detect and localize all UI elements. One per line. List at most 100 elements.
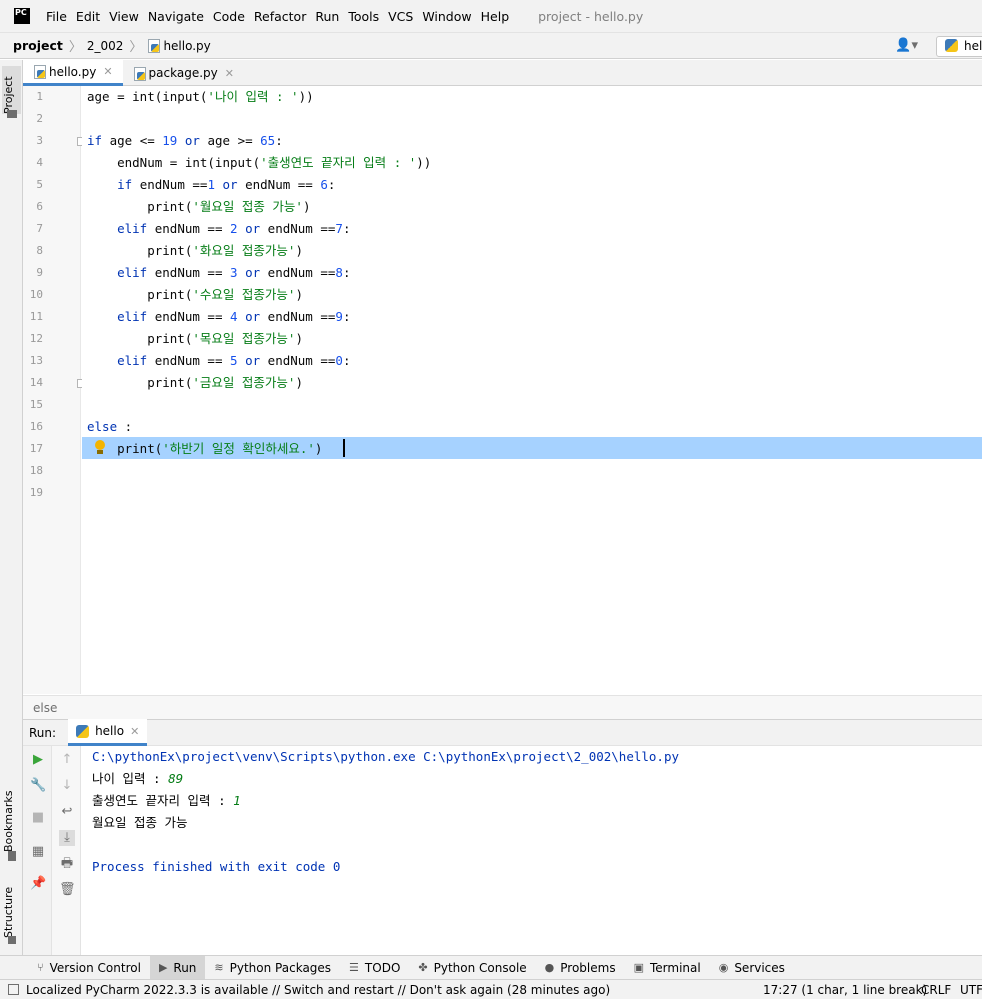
console-input: 1 bbox=[233, 793, 241, 808]
layout-icon[interactable]: ▦ bbox=[30, 844, 46, 860]
menu-view[interactable]: View bbox=[109, 9, 139, 24]
code-editor[interactable]: age = int(input('나이 입력 : ')) if age <= 1… bbox=[82, 86, 982, 694]
menu-navigate[interactable]: Navigate bbox=[148, 9, 204, 24]
line-number: 16 bbox=[29, 420, 43, 433]
settings-wrench-icon[interactable]: 🔧 bbox=[30, 778, 46, 794]
warning-icon: ● bbox=[544, 961, 555, 974]
code-line: elif endNum == 4 or endNum ==9: bbox=[117, 309, 351, 324]
tab-package-py[interactable]: package.py ✕ bbox=[123, 60, 244, 86]
tool-tab-problems[interactable]: ● Problems bbox=[536, 956, 625, 980]
run-tab-hello[interactable]: hello ✕ bbox=[68, 719, 148, 746]
tool-window-structure[interactable]: Structure bbox=[2, 878, 21, 938]
console-command: C:\pythonEx\project\venv\Scripts\python.… bbox=[92, 749, 679, 764]
trash-icon[interactable]: 🗑 bbox=[59, 882, 76, 898]
breadcrumb-project[interactable]: project bbox=[13, 38, 63, 53]
branch-icon: ⑂ bbox=[37, 961, 44, 974]
tool-tab-label: TODO bbox=[364, 960, 401, 975]
tab-label: package.py bbox=[148, 66, 218, 80]
menu-tools[interactable]: Tools bbox=[348, 9, 379, 24]
line-number: 7 bbox=[36, 222, 43, 235]
console-result: 월요일 접종 가능 bbox=[92, 815, 188, 830]
console-exit-message: Process finished with exit code 0 bbox=[92, 859, 341, 874]
editor-gutter[interactable]: 1 2 3 4 5 6 7 8 9 10 11 12 13 14 15 16 1… bbox=[23, 86, 85, 694]
tool-tab-label: Version Control bbox=[49, 960, 141, 975]
code-line: age = int(input('나이 입력 : ')) bbox=[87, 89, 314, 104]
line-number: 1 bbox=[36, 90, 43, 103]
text-caret bbox=[343, 439, 345, 457]
structure-icon bbox=[8, 936, 16, 944]
tool-tab-run[interactable]: ▶ Run bbox=[149, 955, 206, 980]
tab-hello-py[interactable]: hello.py ✕ bbox=[23, 60, 123, 86]
run-panel-label: Run: bbox=[29, 725, 57, 740]
run-toolbar-secondary: ↑ ↓ ↩ ⤓ 🖶 🗑 bbox=[52, 746, 81, 955]
arrow-down-icon[interactable]: ↓ bbox=[59, 778, 75, 794]
code-line: elif endNum == 3 or endNum ==8: bbox=[117, 265, 351, 280]
scroll-to-end-icon[interactable]: ⤓ bbox=[59, 830, 75, 846]
code-line: print('하반기 일정 확인하세요.') bbox=[87, 441, 323, 456]
code-breadcrumb[interactable]: else bbox=[23, 695, 982, 719]
tool-tab-terminal[interactable]: ▣ Terminal bbox=[625, 956, 710, 980]
breadcrumb-file[interactable]: hello.py bbox=[163, 39, 210, 53]
run-console[interactable]: C:\pythonEx\project\venv\Scripts\python.… bbox=[82, 746, 982, 955]
tool-window-bookmarks[interactable]: Bookmarks bbox=[2, 782, 21, 852]
navigation-bar: project 〉 2_002 〉 hello.py 👤▾ hel bbox=[0, 32, 982, 59]
line-number: 4 bbox=[36, 156, 43, 169]
line-number: 9 bbox=[36, 266, 43, 279]
services-icon: ◉ bbox=[718, 961, 729, 974]
code-line: elif endNum == 5 or endNum ==0: bbox=[117, 353, 351, 368]
caret-position[interactable]: 17:27 (1 char, 1 line break) bbox=[763, 983, 927, 997]
tool-window-project[interactable]: Project bbox=[2, 66, 21, 114]
python-file-icon bbox=[33, 65, 46, 79]
breadcrumb-folder[interactable]: 2_002 bbox=[87, 39, 124, 53]
line-number: 17 bbox=[29, 442, 43, 455]
code-line: print('목요일 접종가능') bbox=[87, 331, 303, 346]
print-icon[interactable]: 🖶 bbox=[59, 856, 75, 872]
play-icon: ▶ bbox=[158, 961, 168, 974]
arrow-up-icon[interactable]: ↑ bbox=[59, 752, 75, 768]
stop-icon[interactable]: ■ bbox=[30, 810, 46, 826]
close-icon[interactable]: ✕ bbox=[225, 67, 234, 80]
left-tool-strip: Project Bookmarks Structure bbox=[0, 60, 23, 955]
user-account-icon[interactable]: 👤▾ bbox=[895, 38, 918, 53]
menu-file[interactable]: File bbox=[46, 9, 67, 24]
menu-edit[interactable]: Edit bbox=[76, 9, 100, 24]
menu-bar: PC File Edit View Navigate Code Refactor… bbox=[0, 0, 982, 32]
console-input: 89 bbox=[168, 771, 184, 786]
menu-code[interactable]: Code bbox=[213, 9, 245, 24]
menu-refactor[interactable]: Refactor bbox=[254, 9, 306, 24]
code-line: print('화요일 접종가능') bbox=[87, 243, 303, 258]
soft-wrap-icon[interactable]: ↩ bbox=[59, 804, 75, 820]
layers-icon: ≋ bbox=[214, 961, 224, 974]
tool-tab-services[interactable]: ◉ Services bbox=[710, 956, 794, 980]
tool-tab-todo[interactable]: ☰ TODO bbox=[340, 956, 409, 980]
tool-tab-python-packages[interactable]: ≋ Python Packages bbox=[205, 956, 340, 980]
close-icon[interactable]: ✕ bbox=[103, 65, 112, 78]
status-message[interactable]: Localized PyCharm 2022.3.3 is available … bbox=[26, 983, 610, 997]
line-separator[interactable]: CRLF bbox=[921, 983, 951, 997]
rerun-icon[interactable]: ▶ bbox=[30, 752, 46, 768]
menu-help[interactable]: Help bbox=[481, 9, 510, 24]
code-line: if endNum ==1 or endNum == 6: bbox=[117, 177, 336, 192]
menu-run[interactable]: Run bbox=[315, 9, 339, 24]
pin-icon[interactable]: 📌 bbox=[30, 876, 46, 892]
line-number: 19 bbox=[29, 486, 43, 499]
menu-vcs[interactable]: VCS bbox=[388, 9, 413, 24]
tool-tab-python-console[interactable]: ✤ Python Console bbox=[409, 956, 535, 980]
tool-tab-label: Problems bbox=[560, 960, 616, 975]
menu-window[interactable]: Window bbox=[422, 9, 471, 24]
run-config-label: hel bbox=[964, 39, 982, 53]
run-panel-header: Run: hello ✕ bbox=[23, 719, 982, 746]
line-number: 3 bbox=[36, 134, 43, 147]
notification-icon[interactable] bbox=[8, 984, 19, 995]
editor-tabs: hello.py ✕ package.py ✕ bbox=[23, 60, 982, 86]
line-number: 10 bbox=[29, 288, 43, 301]
run-configuration-selector[interactable]: hel bbox=[936, 36, 982, 57]
line-number: 15 bbox=[29, 398, 43, 411]
tool-tab-version-control[interactable]: ⑂ Version Control bbox=[28, 956, 150, 980]
python-icon bbox=[945, 39, 958, 52]
console-line: 나이 입력 : 89 bbox=[92, 768, 183, 790]
close-icon[interactable]: ✕ bbox=[130, 725, 139, 738]
tool-tab-label: Terminal bbox=[649, 960, 701, 975]
tool-tab-label: Services bbox=[734, 960, 785, 975]
file-encoding[interactable]: UTF- bbox=[960, 983, 982, 997]
